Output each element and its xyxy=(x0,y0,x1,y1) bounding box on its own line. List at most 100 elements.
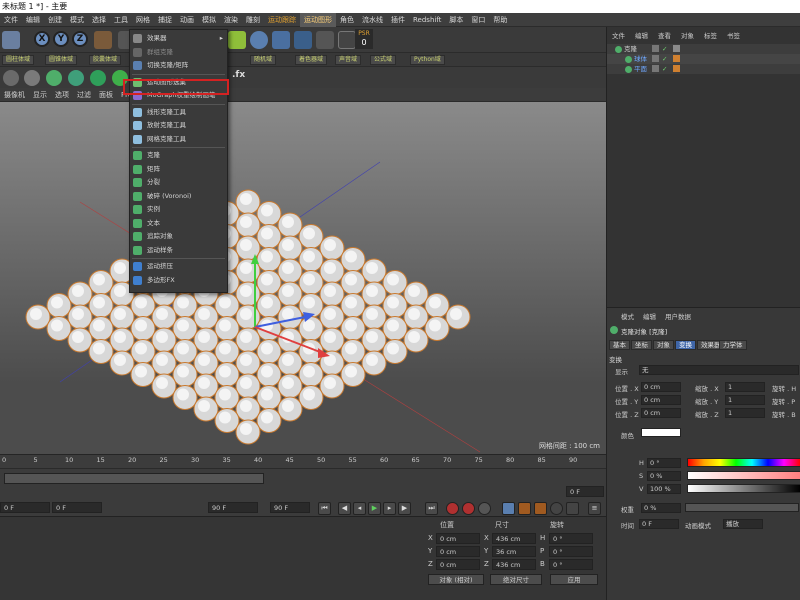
object-tab-1[interactable]: 编辑 xyxy=(630,30,653,42)
menu-11[interactable]: 雕刻 xyxy=(242,13,264,27)
menu-9[interactable]: 模拟 xyxy=(198,13,220,27)
attr-tab-5[interactable]: 力学体 xyxy=(719,340,747,350)
key-param-icon[interactable] xyxy=(550,502,563,515)
saturation-slider[interactable] xyxy=(687,471,800,480)
color-swatch[interactable] xyxy=(641,428,681,437)
dropdown-item-0[interactable]: 效果器 ▸ xyxy=(130,32,227,45)
play-icon[interactable]: ▶ xyxy=(368,502,381,515)
field-button-6[interactable]: 公式域 xyxy=(370,55,397,65)
end-frame-field[interactable]: 0 F xyxy=(566,486,604,497)
x-axis-lock-button[interactable]: X xyxy=(34,31,50,47)
dropdown-item-6[interactable]: 放射克隆工具 xyxy=(130,119,227,132)
rotation-field[interactable]: 0 ° xyxy=(549,546,593,557)
attr-menu-2[interactable]: 用户数据 xyxy=(665,311,691,321)
viewport-menu-3[interactable]: 过滤 xyxy=(73,90,95,100)
next-frame-icon[interactable]: ▸ xyxy=(383,502,396,515)
menu-20[interactable]: 帮助 xyxy=(489,13,511,27)
go-to-start-icon[interactable]: ⏮ xyxy=(318,502,331,515)
field-button-4[interactable]: 着色器域 xyxy=(295,55,328,65)
attr-tab-1[interactable]: 坐标 xyxy=(631,340,652,350)
coord-mode-dropdown[interactable]: 对象 (相对) xyxy=(428,574,484,585)
display-dropdown[interactable]: 无 xyxy=(639,365,799,375)
coordinate-system-icon[interactable] xyxy=(94,31,112,49)
menu-19[interactable]: 窗口 xyxy=(467,13,489,27)
effector-icon-1[interactable] xyxy=(3,70,19,86)
rotation-field[interactable]: 0 ° xyxy=(549,533,593,544)
hsv-value[interactable]: 0 % xyxy=(647,471,681,481)
z-axis-lock-button[interactable]: Z xyxy=(72,31,88,47)
menu-10[interactable]: 渲染 xyxy=(220,13,242,27)
viewport-menu-2[interactable]: 选项 xyxy=(51,90,73,100)
menu-2[interactable]: 创建 xyxy=(44,13,66,27)
timeline-ruler[interactable]: 0 5 10 15 20 25 30 35 40 45 50 55 60 65 70 75 80 85 90 xyxy=(0,454,606,468)
field-button-1[interactable]: 圆锥体域 xyxy=(45,55,78,65)
menu-13[interactable]: 运动图形 xyxy=(300,12,336,27)
key-rotation-icon[interactable] xyxy=(534,502,547,515)
menu-12[interactable]: 运动跟踪 xyxy=(264,13,300,27)
key-position-icon[interactable] xyxy=(502,502,515,515)
dropdown-item-17[interactable]: 多边形FX xyxy=(130,274,227,287)
menu-1[interactable]: 编辑 xyxy=(22,13,44,27)
field-button-5[interactable]: 声音域 xyxy=(335,55,362,65)
key-selection-icon[interactable] xyxy=(478,502,491,515)
field-button-0[interactable]: 圆柱体域 xyxy=(2,55,35,65)
object-tab-3[interactable]: 对象 xyxy=(676,30,699,42)
dropdown-item-2[interactable]: 切换克隆/矩阵 xyxy=(130,59,227,72)
cube-icon[interactable] xyxy=(228,31,246,49)
camera-icon[interactable] xyxy=(338,31,356,49)
y-axis-lock-button[interactable]: Y xyxy=(53,31,69,47)
dropdown-item-10[interactable]: 分裂 xyxy=(130,176,227,189)
weight-slider[interactable] xyxy=(685,503,799,512)
menu-15[interactable]: 流水线 xyxy=(358,13,387,27)
dropdown-item-5[interactable]: 线形克隆工具 xyxy=(130,106,227,119)
menu-5[interactable]: 工具 xyxy=(110,13,132,27)
check-icon[interactable]: ✓ xyxy=(662,44,667,54)
undo-icon[interactable] xyxy=(2,31,20,49)
dropdown-item-8[interactable]: 克隆 xyxy=(130,149,227,162)
viewport-menu-1[interactable]: 显示 xyxy=(29,90,51,100)
effector-icon-5[interactable] xyxy=(90,70,106,86)
position-field[interactable]: 0 cm xyxy=(436,559,480,570)
record-icon[interactable] xyxy=(446,502,459,515)
size-field[interactable]: 436 cm xyxy=(492,559,536,570)
scale-value[interactable]: 1 xyxy=(725,382,765,392)
viewport-menu-4[interactable]: 面板 xyxy=(95,90,117,100)
dropdown-item-12[interactable]: 实例 xyxy=(130,203,227,216)
attr-menu-0[interactable]: 模式 xyxy=(621,311,634,321)
value-slider[interactable] xyxy=(687,484,800,493)
object-tab-0[interactable]: 文件 xyxy=(607,30,630,42)
visibility-icon[interactable] xyxy=(652,65,659,72)
menu-0[interactable]: 文件 xyxy=(0,13,22,27)
visibility-icon[interactable] xyxy=(652,45,659,52)
object-tab-5[interactable]: 书签 xyxy=(722,30,745,42)
dropdown-item-11[interactable]: 破碎 (Voronoi) xyxy=(130,190,227,203)
start-frame-field[interactable]: 0 F xyxy=(0,502,50,513)
timeline-menu-icon[interactable]: ≡ xyxy=(588,502,601,515)
menu-8[interactable]: 动画 xyxy=(176,13,198,27)
dropdown-item-7[interactable]: 网格克隆工具 xyxy=(130,133,227,146)
dropdown-item-13[interactable]: 文本 xyxy=(130,217,227,230)
object-tab-4[interactable]: 标签 xyxy=(699,30,722,42)
effector-icon-4[interactable] xyxy=(68,70,84,86)
dropdown-item-15[interactable]: 运动样条 xyxy=(130,244,227,257)
next-key-icon[interactable]: ▶ xyxy=(398,502,411,515)
check-icon[interactable]: ✓ xyxy=(662,64,667,74)
menu-3[interactable]: 模式 xyxy=(66,13,88,27)
dropdown-item-14[interactable]: 追踪对象 xyxy=(130,230,227,243)
max-frame-field-2[interactable]: 90 F xyxy=(270,502,310,513)
key-scale-icon[interactable] xyxy=(518,502,531,515)
hue-slider[interactable] xyxy=(687,458,800,467)
position-value[interactable]: 0 cm xyxy=(641,382,681,392)
time-value[interactable]: 0 F xyxy=(639,519,679,529)
position-field[interactable]: 0 cm xyxy=(436,533,480,544)
max-frame-field-1[interactable]: 90 F xyxy=(208,502,258,513)
array-icon[interactable] xyxy=(294,31,312,49)
field-button-2[interactable]: 胶囊体域 xyxy=(89,55,122,65)
subdivision-icon[interactable] xyxy=(272,31,290,49)
position-value[interactable]: 0 cm xyxy=(641,408,681,418)
attr-tab-3[interactable]: 变换 xyxy=(675,340,696,350)
menu-18[interactable]: 脚本 xyxy=(445,13,467,27)
frame-range-slider[interactable] xyxy=(4,473,264,484)
menu-17[interactable]: Redshift xyxy=(409,13,445,27)
dropdown-item-16[interactable]: 运动挤压 xyxy=(130,260,227,273)
